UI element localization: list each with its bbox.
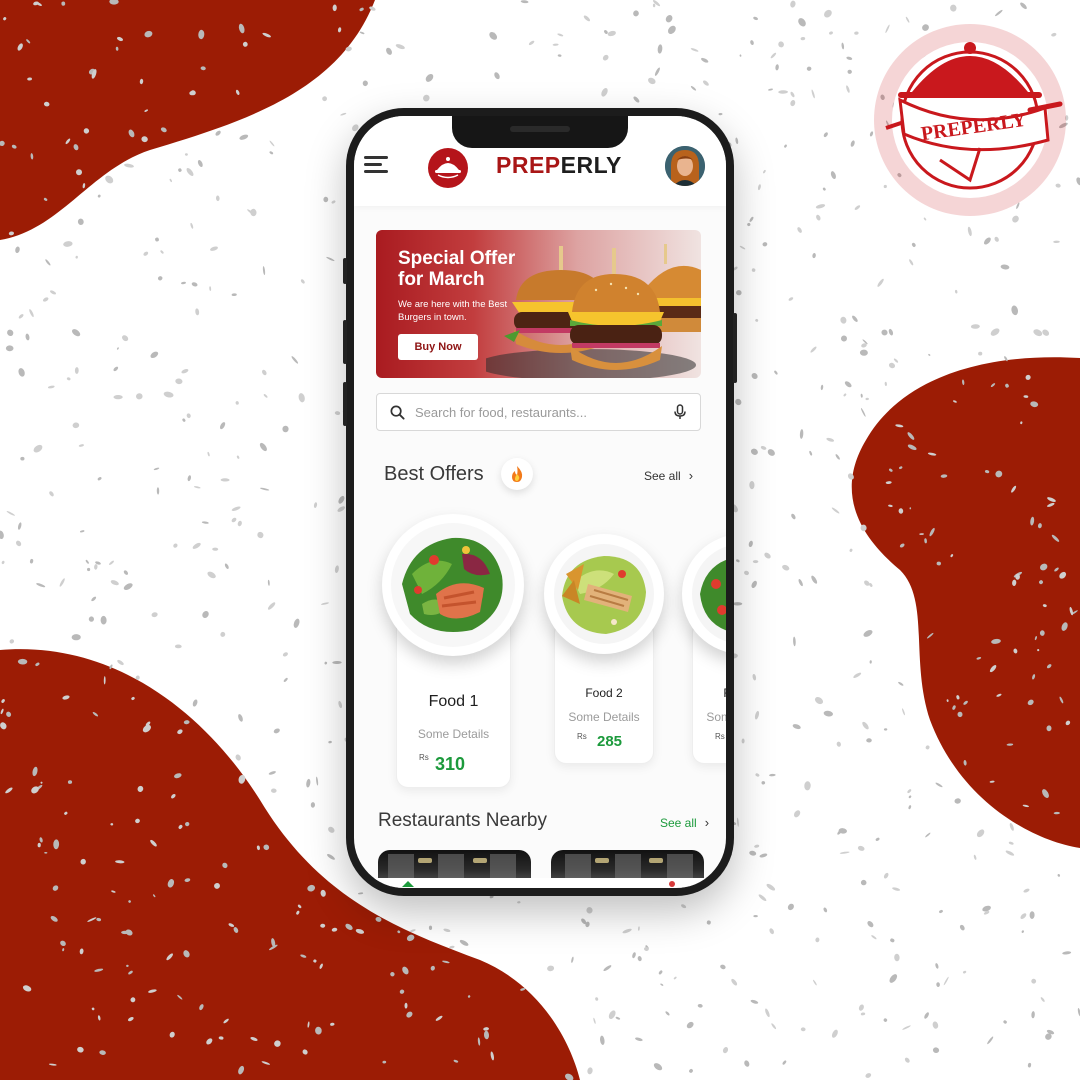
food-3-image[interactable] (682, 534, 726, 654)
phone-side-button (343, 258, 347, 284)
app-title: PREPERLY (496, 152, 622, 178)
banner-subtitle: We are here with the Best Burgers in tow… (398, 299, 508, 323)
food-name: Food 3 (693, 686, 726, 700)
fire-icon (512, 466, 523, 482)
bottom-navigation-bar (354, 878, 726, 888)
food-details: Some Details (417, 727, 490, 741)
avatar-image (665, 146, 705, 186)
phone-side-button (733, 313, 737, 383)
search-input[interactable] (415, 400, 660, 424)
phone-side-button (343, 382, 347, 426)
price-currency: Rs (419, 753, 429, 762)
chevron-right-icon: › (688, 468, 694, 483)
microphone-icon[interactable] (671, 403, 689, 421)
phone-notch (452, 116, 628, 148)
food-name: Food 2 (585, 686, 623, 700)
search-icon (390, 405, 405, 420)
food-details: Some Details (706, 710, 726, 724)
price-currency: Rs (577, 732, 587, 741)
phone-frame: PREPERLY Special Offer for March We are … (343, 108, 737, 896)
restaurants-see-all-link[interactable]: See all › (660, 815, 709, 830)
hamburger-menu-icon[interactable] (364, 152, 390, 178)
green-salad-image (683, 537, 726, 651)
see-all-label: See all (660, 816, 697, 830)
see-all-label: See all (644, 469, 681, 483)
food-1-image[interactable] (382, 514, 524, 656)
fire-badge (501, 458, 533, 490)
phone-side-button (343, 320, 347, 364)
salmon-salad-image (383, 515, 523, 655)
caesar-salad-image (545, 535, 663, 653)
special-offer-banner[interactable]: Special Offer for March We are here with… (376, 230, 701, 378)
food-price: 310 (435, 754, 466, 774)
food-name: Food 1 (428, 693, 479, 710)
food-details: Some Details (568, 710, 640, 724)
price-currency: Rs (715, 732, 725, 741)
banner-title: Special Offer for March (398, 248, 516, 290)
food-price: 285 (597, 733, 623, 750)
chevron-right-icon: › (704, 815, 710, 830)
buy-now-button[interactable]: Buy Now (398, 334, 478, 360)
best-offers-title: Best Offers (384, 463, 484, 485)
food-2-image[interactable] (544, 534, 664, 654)
cloche-logo-icon (428, 148, 468, 188)
preperly-badge-logo: PREPERLY (874, 24, 1066, 216)
restaurants-nearby-title: Restaurants Nearby (378, 810, 547, 831)
user-avatar[interactable] (665, 146, 705, 186)
app-screen: PREPERLY Special Offer for March We are … (354, 116, 726, 888)
search-bar[interactable] (376, 393, 701, 431)
best-offers-see-all-link[interactable]: See all › (644, 468, 693, 483)
bottom-nav-indicators (402, 881, 675, 887)
